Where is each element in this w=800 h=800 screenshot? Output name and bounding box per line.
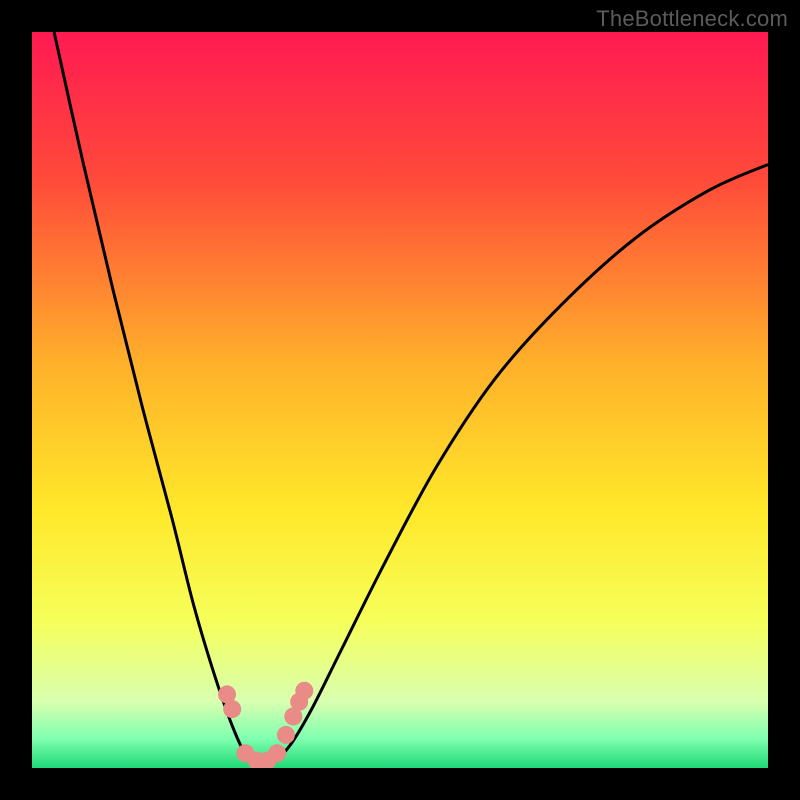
highlight-marker: [268, 744, 286, 762]
highlight-marker: [223, 700, 241, 718]
chart-plot-area: [32, 32, 768, 768]
highlight-marker: [277, 726, 295, 744]
watermark-text: TheBottleneck.com: [596, 6, 788, 32]
gradient-background: [32, 32, 768, 768]
highlight-marker: [295, 682, 313, 700]
